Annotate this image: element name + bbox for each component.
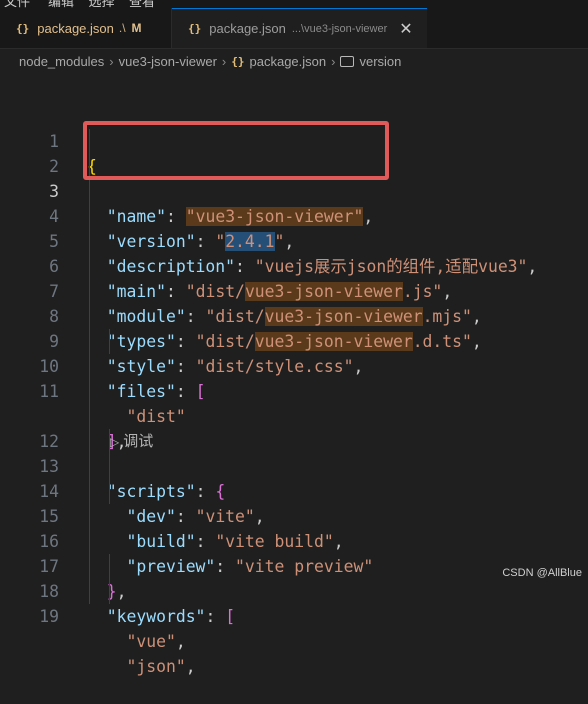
open-bracket: [ bbox=[225, 607, 236, 626]
chevron-right-icon: › bbox=[331, 53, 336, 69]
chevron-right-icon: › bbox=[221, 53, 227, 69]
code-line: 5 "main": "dist/vue3-json-viewer.js", bbox=[0, 204, 588, 301]
symbol-string-icon bbox=[340, 55, 355, 67]
json-key: "keywords" bbox=[106, 607, 206, 626]
tab-title: package.json bbox=[209, 21, 286, 36]
modified-badge: M bbox=[131, 21, 142, 35]
json-string-value: "vue" bbox=[126, 632, 176, 651]
code-line: 15 "preview": "vite preview" bbox=[0, 479, 588, 576]
code-line: 14 "build": "vite build", bbox=[0, 454, 588, 551]
breadcrumb-package-json[interactable]: package.json bbox=[250, 54, 327, 69]
code-line: 12 "scripts": { bbox=[0, 404, 588, 501]
code-line: 17 "keywords": [ bbox=[0, 529, 588, 626]
tab-package-json-vue3-json-viewer[interactable]: {} package.json ...\vue3-json-viewer ✕ bbox=[172, 8, 427, 48]
tab-package-json-root[interactable]: {} package.json .\ M bbox=[0, 8, 172, 48]
json-string-value: "json" bbox=[126, 657, 186, 676]
json-file-icon: {} bbox=[231, 54, 245, 68]
code-line: 8 "style": "dist/style.css", bbox=[0, 279, 588, 376]
chevron-right-icon: › bbox=[109, 53, 114, 69]
code-line: 11 ], bbox=[0, 354, 588, 451]
menu-fragment-text: 文件 编辑 选择 查看 bbox=[4, 0, 155, 8]
code-line: 6 "module": "dist/vue3-json-viewer.mjs", bbox=[0, 229, 588, 326]
annotation-highlight-box bbox=[83, 121, 389, 180]
tab-path: ...\vue3-json-viewer bbox=[291, 22, 388, 35]
breadcrumb-vue3-json-viewer[interactable]: vue3-json-viewer bbox=[119, 54, 217, 69]
tab-path: .\ bbox=[118, 21, 126, 35]
watermark: CSDN @AllBlue bbox=[502, 567, 582, 579]
codelens-row: ▷ 调试 bbox=[0, 379, 588, 450]
close-icon[interactable]: ✕ bbox=[399, 19, 412, 39]
code-line: 9 "files": [ bbox=[0, 304, 588, 401]
line-number: 19 bbox=[39, 607, 59, 626]
code-line: 7 "types": "dist/vue3-json-viewer.d.ts", bbox=[0, 254, 588, 351]
json-file-icon: {} bbox=[16, 21, 30, 35]
code-line: 16 }, bbox=[0, 504, 588, 601]
code-line: 18 "vue", bbox=[0, 554, 588, 651]
code-line: 13 "dev": "vite", bbox=[0, 429, 588, 526]
tab-title: package.json bbox=[37, 20, 114, 36]
json-file-icon: {} bbox=[188, 22, 202, 35]
breadcrumb-node-modules[interactable]: node_modules bbox=[19, 54, 104, 69]
breadcrumb-version[interactable]: version bbox=[359, 54, 401, 69]
editor-tab-bar: {} package.json .\ M {} package.json ...… bbox=[0, 8, 588, 49]
menu-bar-fragment: 文件 编辑 选择 查看 bbox=[0, 0, 588, 8]
code-line: 19 "json", bbox=[0, 579, 588, 676]
code-line: 10 "dist" bbox=[0, 329, 588, 426]
breadcrumb: node_modules › vue3-json-viewer › {} pac… bbox=[0, 49, 588, 73]
code-line: 4 "description": "vuejs展示json的组件,适配vue3"… bbox=[0, 179, 588, 276]
